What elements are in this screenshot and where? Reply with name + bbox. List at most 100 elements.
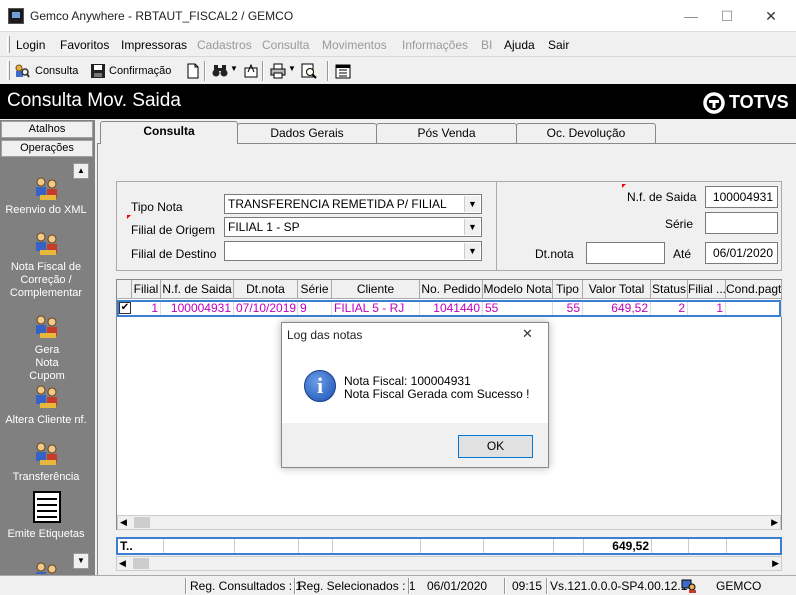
chevron-down-icon[interactable]: ▼ xyxy=(288,64,296,73)
users-icon xyxy=(36,177,57,200)
users-icon xyxy=(36,315,57,338)
confirmacao-button[interactable]: Confirmação xyxy=(90,62,174,80)
totals-empty xyxy=(652,539,689,553)
dialog-line-1: Nota Fiscal: 100004931 xyxy=(344,374,471,388)
users-icon xyxy=(36,442,57,465)
separator xyxy=(204,61,206,81)
tab-pos-venda[interactable]: Pós Venda xyxy=(376,123,517,143)
window-title: Gemco Anywhere - RBTAUT_FISCAL2 / GEMCO xyxy=(30,9,294,23)
ok-button[interactable]: OK xyxy=(458,435,533,458)
totals-empty xyxy=(333,539,421,553)
shortcut-label: Emite Etiquetas xyxy=(7,528,85,540)
chevron-down-icon[interactable]: ▼ xyxy=(464,196,480,212)
print-preview-icon[interactable] xyxy=(301,63,317,79)
menu-informacoes[interactable]: Informações xyxy=(402,38,468,52)
scroll-down-button[interactable]: ▼ xyxy=(73,553,89,569)
status-date: 06/01/2020 xyxy=(427,579,488,593)
tab-operacoes[interactable]: Operações xyxy=(1,140,93,157)
filial-origem-select[interactable]: FILIAL 1 - SP ▼ xyxy=(224,217,482,237)
grid-header-cliente[interactable]: Cliente xyxy=(332,280,420,299)
scroll-right-icon[interactable]: ▶ xyxy=(771,517,778,528)
shortcut-label: Nota Fiscal de Correção / Complementar xyxy=(9,261,83,299)
search-people-icon xyxy=(15,64,30,78)
grid-header-check[interactable] xyxy=(117,280,132,299)
tab-atalhos[interactable]: Atalhos xyxy=(1,121,93,138)
totals-horizontal-scrollbar[interactable]: ◀ ▶ xyxy=(116,556,782,571)
grid-header-filial[interactable]: Filial xyxy=(132,280,161,299)
scroll-right-icon[interactable]: ▶ xyxy=(772,558,779,569)
serie-input[interactable] xyxy=(705,212,778,234)
shortcut-reenvio-xml[interactable]: Reenvio do XML xyxy=(0,175,92,220)
filial-destino-select[interactable]: ▼ xyxy=(224,241,482,261)
serie-label: Série xyxy=(665,217,694,231)
consulta-button[interactable]: Consulta xyxy=(14,62,82,80)
chevron-down-icon[interactable]: ▼ xyxy=(464,219,480,235)
menu-favoritos[interactable]: Favoritos xyxy=(60,38,109,52)
totvs-brand: TOTVS xyxy=(729,92,789,112)
grid-header-serie[interactable]: Série xyxy=(298,280,332,299)
menu-movimentos[interactable]: Movimentos xyxy=(322,38,387,52)
save-icon xyxy=(91,64,105,78)
shortcut-altera-cliente[interactable]: Altera Cliente nf. xyxy=(0,383,92,428)
tab-dados-gerais[interactable]: Dados Gerais xyxy=(237,123,377,143)
binoculars-icon[interactable] xyxy=(212,63,228,79)
scroll-thumb[interactable] xyxy=(134,517,150,528)
grid-header-filial2[interactable]: Filial ... xyxy=(688,280,726,299)
shortcut-gera-nota-cupom[interactable]: Gera Nota Cupom xyxy=(0,313,92,382)
menu-bi[interactable]: BI xyxy=(481,38,492,52)
grid-horizontal-scrollbar[interactable]: ◀ ▶ xyxy=(117,515,781,530)
users-icon xyxy=(32,560,62,574)
status-separator xyxy=(294,578,296,594)
menu-cadastros[interactable]: Cadastros xyxy=(197,38,252,52)
tab-consulta[interactable]: Consulta xyxy=(100,121,238,144)
calendar-icon[interactable] xyxy=(335,63,351,79)
close-button[interactable]: ✕ xyxy=(756,6,786,26)
minimize-button[interactable]: — xyxy=(676,6,706,26)
menu-ajuda[interactable]: Ajuda xyxy=(504,38,535,52)
dialog-close-button[interactable]: ✕ xyxy=(522,326,533,342)
menu-sair[interactable]: Sair xyxy=(548,38,569,52)
grid-header-pedido[interactable]: No. Pedido xyxy=(420,280,483,299)
menu-login[interactable]: Login xyxy=(16,38,45,52)
status-separator xyxy=(504,578,506,594)
totals-empty xyxy=(554,539,584,553)
tipo-nota-value: TRANSFERENCIA REMETIDA P/ FILIAL xyxy=(228,197,447,211)
chevron-down-icon[interactable]: ▼ xyxy=(230,64,238,73)
shortcut-nota-fiscal-correcao[interactable]: Nota Fiscal de Correção / Complementar xyxy=(0,230,92,300)
grid-header-modelo[interactable]: Modelo Nota xyxy=(483,280,553,299)
required-marker xyxy=(622,184,626,188)
title-bar: Gemco Anywhere - RBTAUT_FISCAL2 / GEMCO … xyxy=(0,0,796,32)
totals-valor: 649,52 xyxy=(584,539,652,553)
shortcut-transferencia[interactable]: Transferência xyxy=(0,440,92,485)
chevron-down-icon[interactable]: ▼ xyxy=(464,243,480,259)
dtnota-to-input[interactable]: 06/01/2020 xyxy=(705,242,778,264)
scroll-thumb[interactable] xyxy=(133,558,149,569)
grid-header-valor[interactable]: Valor Total xyxy=(583,280,651,299)
menu-bar: Login Favoritos Impressoras Cadastros Co… xyxy=(0,33,796,57)
status-version: Vs.121.0.0.0-SP4.00.12.1 xyxy=(550,579,688,593)
maximize-button[interactable]: ☐ xyxy=(712,6,742,26)
totals-empty xyxy=(235,539,299,553)
menu-consulta[interactable]: Consulta xyxy=(262,38,309,52)
new-document-icon[interactable] xyxy=(185,63,201,79)
menu-impressoras[interactable]: Impressoras xyxy=(121,38,187,52)
printer-icon[interactable] xyxy=(270,63,286,79)
status-selecionados: Reg. Selecionados : 1 xyxy=(298,579,416,593)
grid-header-cond[interactable]: Cond.pagto xyxy=(726,280,782,299)
grid-header-status[interactable]: Status xyxy=(651,280,688,299)
tipo-nota-select[interactable]: TRANSFERENCIA REMETIDA P/ FILIAL ▼ xyxy=(224,194,482,214)
grid-header-dtnota[interactable]: Dt.nota xyxy=(234,280,298,299)
tab-oc-devolucao[interactable]: Oc. Devolução xyxy=(516,123,656,143)
confirmacao-label: Confirmação xyxy=(109,65,172,77)
nf-saida-input[interactable]: 100004931 xyxy=(705,186,778,208)
grid-header-tipo[interactable]: Tipo xyxy=(553,280,583,299)
grid-header-nf[interactable]: N.f. de Saida xyxy=(161,280,234,299)
scroll-left-icon[interactable]: ◀ xyxy=(119,558,126,569)
totals-empty xyxy=(421,539,484,553)
scroll-left-icon[interactable]: ◀ xyxy=(120,517,127,528)
totals-empty xyxy=(484,539,554,553)
dtnota-from-input[interactable] xyxy=(586,242,665,264)
export-icon[interactable] xyxy=(243,63,259,79)
toolbar-grip xyxy=(7,61,10,80)
shortcut-emite-etiquetas[interactable]: Emite Etiquetas xyxy=(0,490,92,540)
